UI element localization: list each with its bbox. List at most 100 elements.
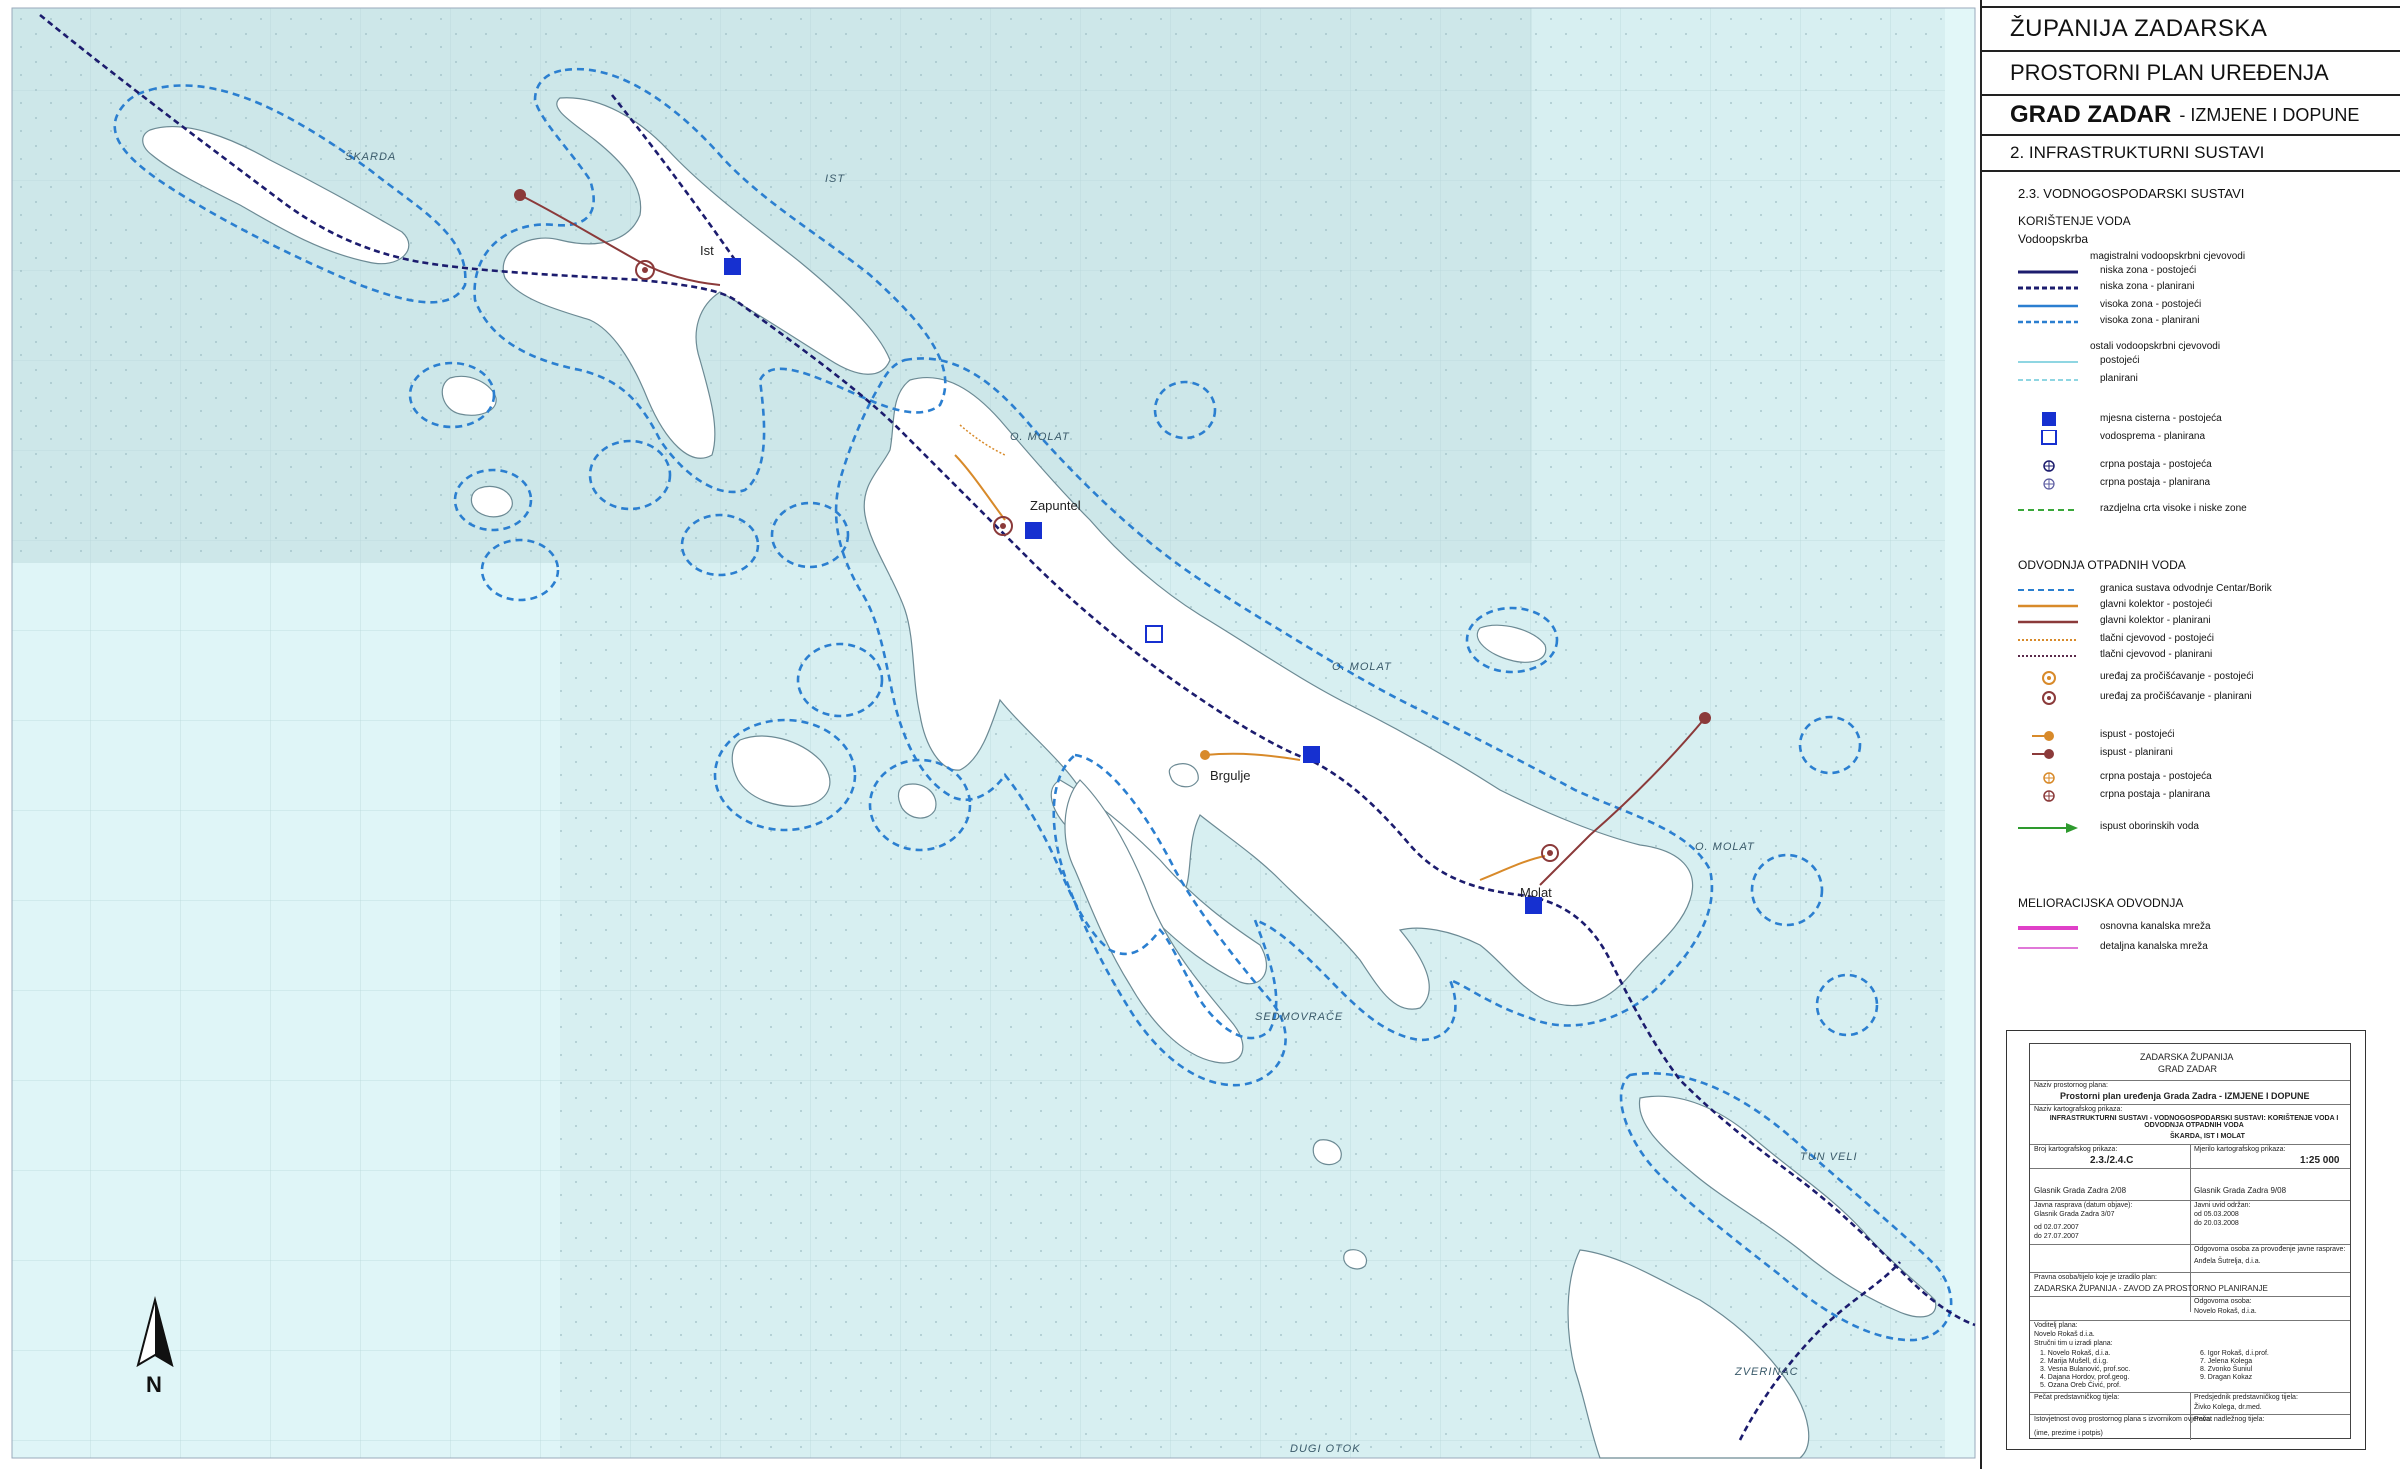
waste-title: ODVODNJA OTPADNIH VODA [2018,558,2186,572]
tb-public-dates: Glasnik Grada Zadra 3/07 [2034,1211,2115,1218]
place-label: DUGI OTOK [1290,1443,1361,1455]
place-label: O. MOLAT [1010,431,1070,443]
water-use-title: KORIŠTENJE VODA [2018,214,2131,228]
tb-date-d: do 20.03.2008 [2194,1220,2239,1227]
legend-symbol-line-dash-green [2018,502,2078,518]
city-text: GRAD ZADAR [2010,101,2172,128]
tb-map-no-label: Broj kartografskog prikaza: [2034,1146,2118,1153]
legend-label: ostali vodoopskrbni cjevovodi [2090,341,2221,352]
legend-item: glavni kolektor - planirani [2018,614,2378,630]
legend-label: glavni kolektor - postojeći [2100,599,2213,610]
outfall-planned [514,189,526,201]
legend-label: ispust - postojeći [2100,729,2175,740]
title-block: ZADARSKA ŽUPANIJA GRAD ZADAR Naziv prost… [2006,1030,2366,1450]
legend-item: crpna postaja - planirana [2018,476,2378,492]
legend-label: visoka zona - postojeći [2100,299,2202,310]
legend-symbol-plant-brown [2018,690,2078,706]
tb-org: ZADARSKA ŽUPANIJA [2140,1052,2234,1062]
legend-label: tlačni cjevovod - planirani [2100,649,2213,660]
legend-symbol-plant-orange [2018,670,2078,686]
legend-label: ispust oborinskih voda [2100,821,2199,832]
county-title: ŽUPANIJA ZADARSKA [1982,8,2400,52]
tb-city: GRAD ZADAR [2158,1064,2218,1074]
legend-item: vodosprema - planirana [2018,429,2378,446]
legend-item: osnovna kanalska mreža [2018,920,2378,936]
legend-symbol-line-dot-orange [2018,632,2078,648]
tb-coord-label: Voditelj plana: [2034,1322,2078,1329]
legend-label: ispust - planirani [2100,747,2173,758]
map-frame: ŠKARDA IST O. MOLAT O. MOLAT O. MOLAT SE… [0,0,1980,1469]
legend-item: mjesna cisterna - postojeća [2018,412,2378,428]
tb-date-a: od 02.07.2007 [2034,1224,2079,1231]
legend-symbol-pump-navy-open [2018,476,2078,492]
legend-symbol-pump-navy [2018,458,2078,474]
place-label: O. MOLAT [1695,841,1755,853]
legend-item: niska zona - postojeći [2018,264,2378,280]
place-label: IST [825,173,845,185]
legend-symbol-line-solid-light [2018,354,2078,370]
tb-head-label: Odgovorna osoba: [2194,1298,2252,1305]
town-label: Molat [1520,885,1552,900]
legend-label: glavni kolektor - planirani [2100,615,2211,626]
legend-label: osnovna kanalska mreža [2100,921,2211,932]
tb-map-sub: ŠKARDA, IST I MOLAT [2170,1133,2245,1140]
tb-reg-seal: Pečat nadležnog tijela: [2194,1416,2265,1423]
cistern-existing [1025,522,1042,539]
tb-enacted: Javni uvid održan: [2194,1202,2251,1209]
map-canvas[interactable]: ŠKARDA IST O. MOLAT O. MOLAT O. MOLAT SE… [0,0,1980,1469]
legend-item: ispust - planirani [2018,746,2378,762]
north-label: N [146,1372,162,1397]
tb-head-name: Novelo Rokaš, d.i.a. [2194,1308,2257,1315]
legend-symbol-line-dash-cyan [2018,582,2078,598]
legend-label: crpna postaja - postojeća [2100,771,2212,782]
tb-team-label: Stručni tim u izradi plana: [2034,1340,2113,1347]
legend-item: planirani [2018,372,2378,388]
tb-date-b: do 27.07.2007 [2034,1233,2079,1240]
tb-map-no: 2.3./2.4.C [2090,1155,2134,1166]
tb-team-member: 2. Marija Mušell, d.i.g. [2040,1358,2109,1365]
legend-label: uređaj za pročišćavanje - planirani [2100,691,2252,702]
legend-symbol-line-dash-navy [2018,280,2078,296]
legend-symbol-pump-orange [2018,770,2078,786]
tb-official: Odgovorna osoba za provođenje javne rasp… [2194,1246,2346,1253]
water-supply-title: Vodoopskrba [2018,232,2089,246]
city-suffix: - IZMJENE I DOPUNE [2179,104,2360,125]
legend-item: glavni kolektor - postojeći [2018,598,2378,614]
legend-label: visoka zona - planirani [2100,315,2200,326]
tb-team-member: 4. Dajana Hordov, prof.geog. [2040,1374,2130,1381]
legend-item: visoka zona - postojeći [2018,298,2378,314]
place-label: ŠKARDA [345,150,396,163]
tb-map-name-label: Naziv kartografskog prikaza: [2034,1106,2123,1113]
subsection-title: 2.3. VODNOGOSPODARSKI SUSTAVI [2018,186,2245,201]
legend-item: granica sustava odvodnje Centar/Borik [2018,582,2378,598]
legend-item: tlačni cjevovod - planirani [2018,648,2378,664]
legend-symbol-outfall-brown [2018,746,2078,762]
tb-team-member: 7. Jelena Kolega [2200,1358,2253,1365]
legend-label: vodosprema - planirana [2100,431,2206,442]
legend-symbol-arrow-green [2018,820,2078,836]
tb-president-name: Živko Kolega, dr.med. [2194,1404,2262,1411]
tb-team-member: 3. Vesna Bulanović, prof.soc. [2040,1366,2131,1373]
legend-label: crpna postaja - planirana [2100,789,2211,800]
tb-team-member: 6. Igor Rokaš, d.i.prof. [2200,1350,2269,1357]
legend-item: postojeći [2018,354,2378,370]
plan-title: PROSTORNI PLAN UREĐENJA [1982,52,2400,96]
tb-map-name: INFRASTRUKTURNI SUSTAVI - VODNOGOSPODARS… [2049,1115,2339,1129]
legend-label: planirani [2100,373,2138,384]
tb-plan-name: Prostorni plan uređenja Grada Zadra - IZ… [2060,1091,2310,1101]
legend-symbol-line-magenta-thick [2018,920,2078,936]
tb-team-member: 5. Ozana Oreb Čivić, prof. [2040,1382,2121,1389]
legend-label: mjesna cisterna - postojeća [2100,413,2222,424]
legend-item: visoka zona - planirani [2018,314,2378,330]
legend-label: tlačni cjevovod - postojeći [2100,633,2214,644]
plan-text: PROSTORNI PLAN UREĐENJA [2010,60,2329,85]
city-title: GRAD ZADAR - IZMJENE I DOPUNE [1982,96,2400,136]
tb-plan-name-label: Naziv prostornog plana: [2034,1082,2108,1089]
legend-item: ispust - postojeći [2018,728,2378,744]
tb-gazette2: Glasnik Grada Zadra 9/08 [2194,1186,2287,1195]
legend-label: crpna postaja - planirana [2100,477,2211,488]
cistern-existing [724,258,741,275]
section-title: 2. INFRASTRUKTURNI SUSTAVI [1982,136,2400,172]
legend-label: magistralni vodoopskrbni cjevovodi [2090,251,2246,262]
outfall-existing [1200,750,1210,760]
